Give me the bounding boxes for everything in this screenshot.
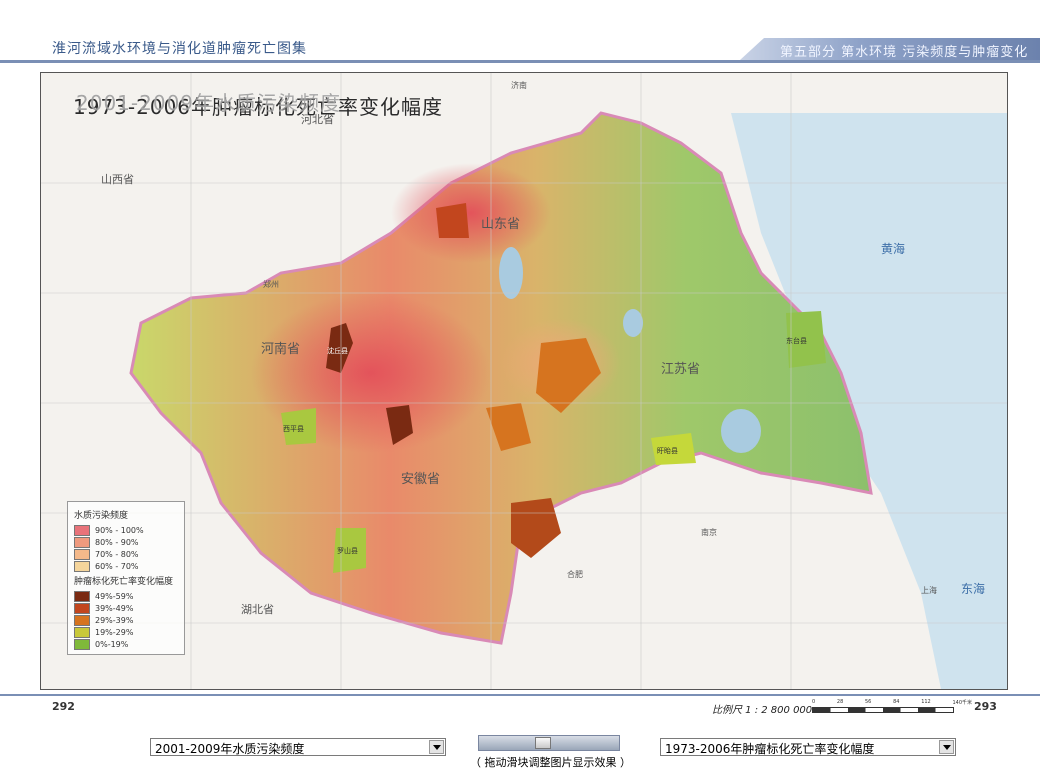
slider-thumb[interactable] <box>535 737 551 749</box>
scale-tick-label: 28 <box>836 699 844 705</box>
mortality-legend-swatch <box>74 626 90 638</box>
pollution-legend-label: 70% - 80% <box>95 549 139 559</box>
legend-pollution-list: 90% - 100% 80% - 90% 70% - 80% 60% - 70% <box>74 524 178 572</box>
slider-hint: （ 拖动滑块调整图片显示效果 ） <box>470 756 631 769</box>
label-xiping: 西平县 <box>283 425 304 433</box>
legend-mortality-list: 49%-59% 39%-49% 29%-39% 19%-29% 0%-19% <box>74 590 178 650</box>
mortality-legend-item: 29%-39% <box>74 614 178 626</box>
scale-tick-label: 56 <box>865 699 872 705</box>
label-anhui: 安徽省 <box>401 472 440 487</box>
right-layer-select[interactable]: 1973-2006年肿瘤标化死亡率变化幅度 <box>660 738 956 756</box>
section-title: 第五部分 第水环境 污染频度与肿瘤变化 <box>780 45 1029 60</box>
nansi-lake <box>499 247 523 299</box>
label-jinan: 济南 <box>511 80 527 90</box>
label-jiangsu: 江苏省 <box>661 361 700 377</box>
pollution-legend-item: 60% - 70% <box>74 560 178 572</box>
mortality-legend-label: 0%-19% <box>95 639 129 649</box>
label-yellow-sea: 黄海 <box>881 241 905 256</box>
left-layer-select-value: 2001-2009年水质污染频度 <box>155 742 305 756</box>
page-number-right: 293 <box>974 700 997 713</box>
legend-title-pollution: 水质污染频度 <box>74 511 129 521</box>
mortality-legend-item: 49%-59% <box>74 590 178 602</box>
label-zhengzhou: 郑州 <box>263 279 279 289</box>
label-shanghai: 上海 <box>921 585 937 595</box>
scale-tick-label: 112 <box>921 699 931 705</box>
pollution-legend-label: 90% - 100% <box>95 525 144 535</box>
scale-bar: 0 28 56 84 112 140千米 <box>812 699 972 713</box>
pollution-legend-item: 90% - 100% <box>74 524 178 536</box>
label-shandong: 山东省 <box>481 217 520 232</box>
map-legend: 水质污染频度 90% - 100% 80% - 90% 70% - 80% 60% -… <box>67 501 185 655</box>
pollution-legend-item: 70% - 80% <box>74 548 178 560</box>
opacity-slider[interactable] <box>478 735 620 751</box>
label-xuyi: 盱眙县 <box>657 446 678 455</box>
label-dongtai: 东台县 <box>786 336 807 345</box>
mortality-legend-item: 39%-49% <box>74 602 178 614</box>
label-east-sea: 东海 <box>961 581 985 596</box>
label-hubei: 湖北省 <box>241 603 274 616</box>
map-title-ghost: 2001-2009年水质污染频度 <box>76 91 342 115</box>
section-banner: 第五部分 第水环境 污染频度与肿瘤变化 <box>740 38 1040 60</box>
pollution-hotspot-shandong <box>391 163 551 263</box>
mortality-legend-label: 29%-39% <box>95 615 134 625</box>
label-hefei: 合肥 <box>567 569 583 579</box>
pollution-legend-item: 80% - 90% <box>74 536 178 548</box>
mortality-legend-swatch <box>74 614 90 626</box>
page-header: 淮河流域水环境与消化道肿瘤死亡图集 第五部分 第水环境 污染频度与肿瘤变化 <box>0 0 1040 63</box>
pollution-legend-swatch <box>74 524 90 536</box>
pollution-legend-label: 60% - 70% <box>95 561 139 571</box>
map-frame: 山东省 河南省 安徽省 江苏省 河北省 山西省 湖北省 黄海 东海 郑州 济南 … <box>40 72 1008 690</box>
header-rule <box>0 60 1040 63</box>
scale-tick-label: 0 <box>812 699 816 705</box>
map-title: 2001-2009年水质污染频度 1973-2006年肿瘤标化死亡率变化幅度 <box>73 91 443 120</box>
scale-ticks: 0 28 56 84 112 140千米 <box>812 699 972 706</box>
mortality-legend-label: 39%-49% <box>95 603 134 613</box>
chevron-down-icon[interactable] <box>429 740 444 754</box>
label-shenqiu: 沈丘县 <box>327 346 348 355</box>
mortality-legend-swatch <box>74 638 90 650</box>
scale-bar-graphic <box>812 707 954 713</box>
mortality-legend-item: 0%-19% <box>74 638 178 650</box>
luoma-lake <box>623 309 643 337</box>
pollution-legend-swatch <box>74 548 90 560</box>
label-luoshan: 罗山县 <box>337 546 358 555</box>
mortality-legend-label: 49%-59% <box>95 591 134 601</box>
page-number-left: 292 <box>52 700 75 713</box>
pollution-legend-swatch <box>74 536 90 548</box>
mortality-legend-swatch <box>74 590 90 602</box>
right-layer-select-value: 1973-2006年肿瘤标化死亡率变化幅度 <box>665 742 875 756</box>
mortality-legend-item: 19%-29% <box>74 626 178 638</box>
label-henan: 河南省 <box>261 341 300 357</box>
county-patch-3 <box>436 203 469 238</box>
map-canvas: 山东省 河南省 安徽省 江苏省 河北省 山西省 湖北省 黄海 东海 郑州 济南 … <box>41 73 1007 689</box>
hongze-lake <box>721 409 761 453</box>
mortality-legend-label: 19%-29% <box>95 627 134 637</box>
scale-text: 比例尺 1 : 2 800 000 <box>712 705 813 716</box>
footer-rule <box>0 694 1040 696</box>
left-layer-select[interactable]: 2001-2009年水质污染频度 <box>150 738 446 756</box>
scale-tick-label: 140千米 <box>952 700 972 706</box>
chevron-down-icon[interactable] <box>939 740 954 754</box>
mortality-legend-swatch <box>74 602 90 614</box>
scale-tick-label: 84 <box>893 699 900 705</box>
pollution-legend-label: 80% - 90% <box>95 537 139 547</box>
book-title: 淮河流域水环境与消化道肿瘤死亡图集 <box>52 41 307 57</box>
label-shanxi: 山西省 <box>101 173 134 186</box>
legend-title-mortality: 肿瘤标化死亡率变化幅度 <box>74 577 174 587</box>
label-nanjing: 南京 <box>701 527 717 537</box>
pollution-legend-swatch <box>74 560 90 572</box>
